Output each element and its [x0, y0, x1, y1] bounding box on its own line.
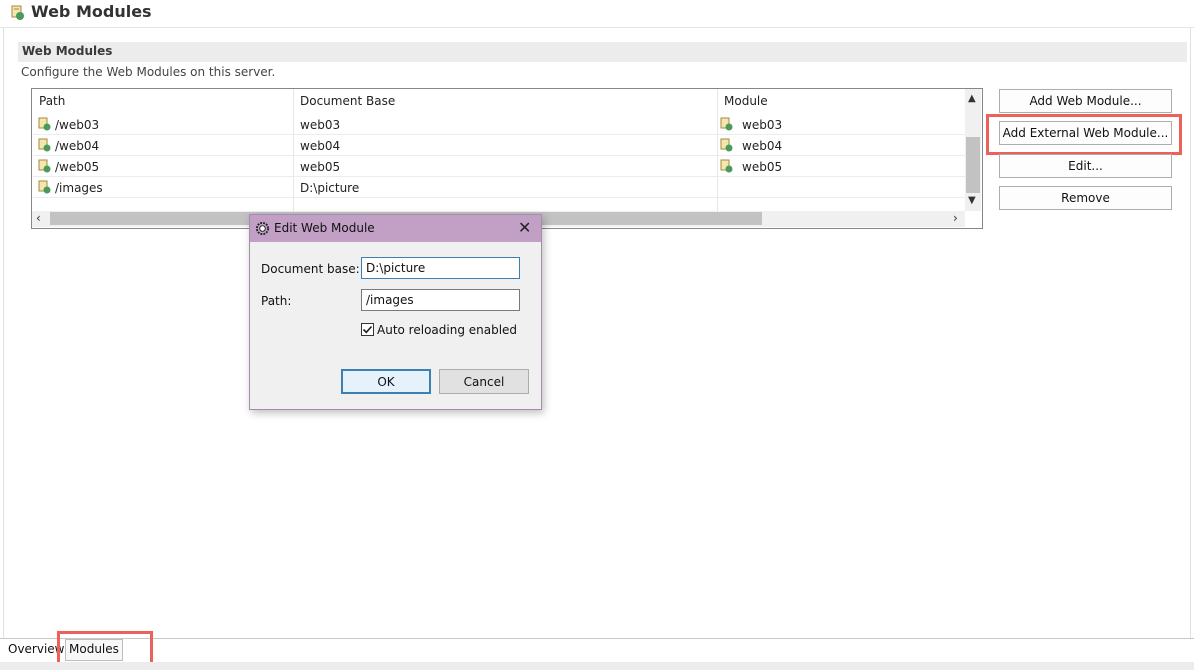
web-module-icon: [38, 117, 51, 131]
web-module-icon: [720, 159, 733, 173]
web-module-icon: [38, 180, 51, 194]
table-row[interactable]: [33, 156, 965, 176]
cell-path: /images: [55, 181, 103, 195]
web-module-icon: [38, 159, 51, 173]
auto-reload-checkbox[interactable]: [361, 323, 374, 336]
edit-button[interactable]: Edit...: [999, 154, 1172, 178]
cell-path: /web03: [55, 118, 100, 132]
server-module-icon: [11, 5, 24, 20]
path-field[interactable]: [361, 289, 520, 311]
cell-path: /web05: [55, 160, 100, 174]
scroll-right-icon[interactable]: ›: [953, 212, 958, 224]
cell-document-base: web03: [300, 118, 341, 132]
cell-document-base: D:\picture: [300, 181, 360, 195]
editor-right-edge: [1190, 28, 1191, 638]
section-title[interactable]: Web Modules: [22, 44, 112, 58]
remove-button[interactable]: Remove: [999, 186, 1172, 210]
ok-button[interactable]: OK: [341, 369, 431, 394]
cell-document-base: web05: [300, 160, 341, 174]
cancel-button[interactable]: Cancel: [439, 369, 529, 394]
editor-header: [0, 0, 1194, 28]
scroll-up-icon[interactable]: ▲: [968, 94, 976, 104]
column-header-path[interactable]: Path: [39, 94, 65, 108]
editor-title: Web Modules: [31, 2, 152, 21]
section-description: Configure the Web Modules on this server…: [21, 65, 276, 79]
section-header-bar: [18, 42, 1187, 62]
cell-module: web04: [742, 139, 783, 153]
cell-module: web03: [742, 118, 783, 132]
highlight-box: [986, 114, 1182, 155]
path-label: Path:: [261, 294, 292, 308]
cell-module: web05: [742, 160, 783, 174]
column-header-module[interactable]: Module: [724, 94, 768, 108]
vertical-scroll-thumb[interactable]: [966, 137, 980, 193]
web-module-icon: [38, 138, 51, 152]
cell-path: /web04: [55, 139, 100, 153]
status-strip: [0, 662, 1194, 670]
editor-tab-bar: [0, 638, 1194, 662]
column-header-document-base[interactable]: Document Base: [300, 94, 395, 108]
row-divider: [33, 197, 965, 198]
add-web-module-button[interactable]: Add Web Module...: [999, 89, 1172, 113]
web-module-icon: [720, 117, 733, 131]
dialog-title: Edit Web Module: [274, 221, 375, 235]
document-base-field[interactable]: [361, 257, 520, 279]
table-row[interactable]: [33, 114, 965, 134]
editor-left-edge: [3, 28, 4, 638]
cell-document-base: web04: [300, 139, 341, 153]
scroll-down-icon[interactable]: ▼: [968, 196, 976, 206]
table-row[interactable]: [33, 177, 965, 197]
checkmark-icon: [362, 325, 373, 334]
table-row[interactable]: [33, 135, 965, 155]
gear-icon: [255, 221, 270, 236]
auto-reload-label[interactable]: Auto reloading enabled: [377, 323, 517, 337]
web-module-icon: [720, 138, 733, 152]
document-base-label: Document base:: [261, 262, 360, 276]
scroll-left-icon[interactable]: ‹: [36, 212, 41, 224]
close-icon[interactable]: ✕: [518, 219, 531, 237]
